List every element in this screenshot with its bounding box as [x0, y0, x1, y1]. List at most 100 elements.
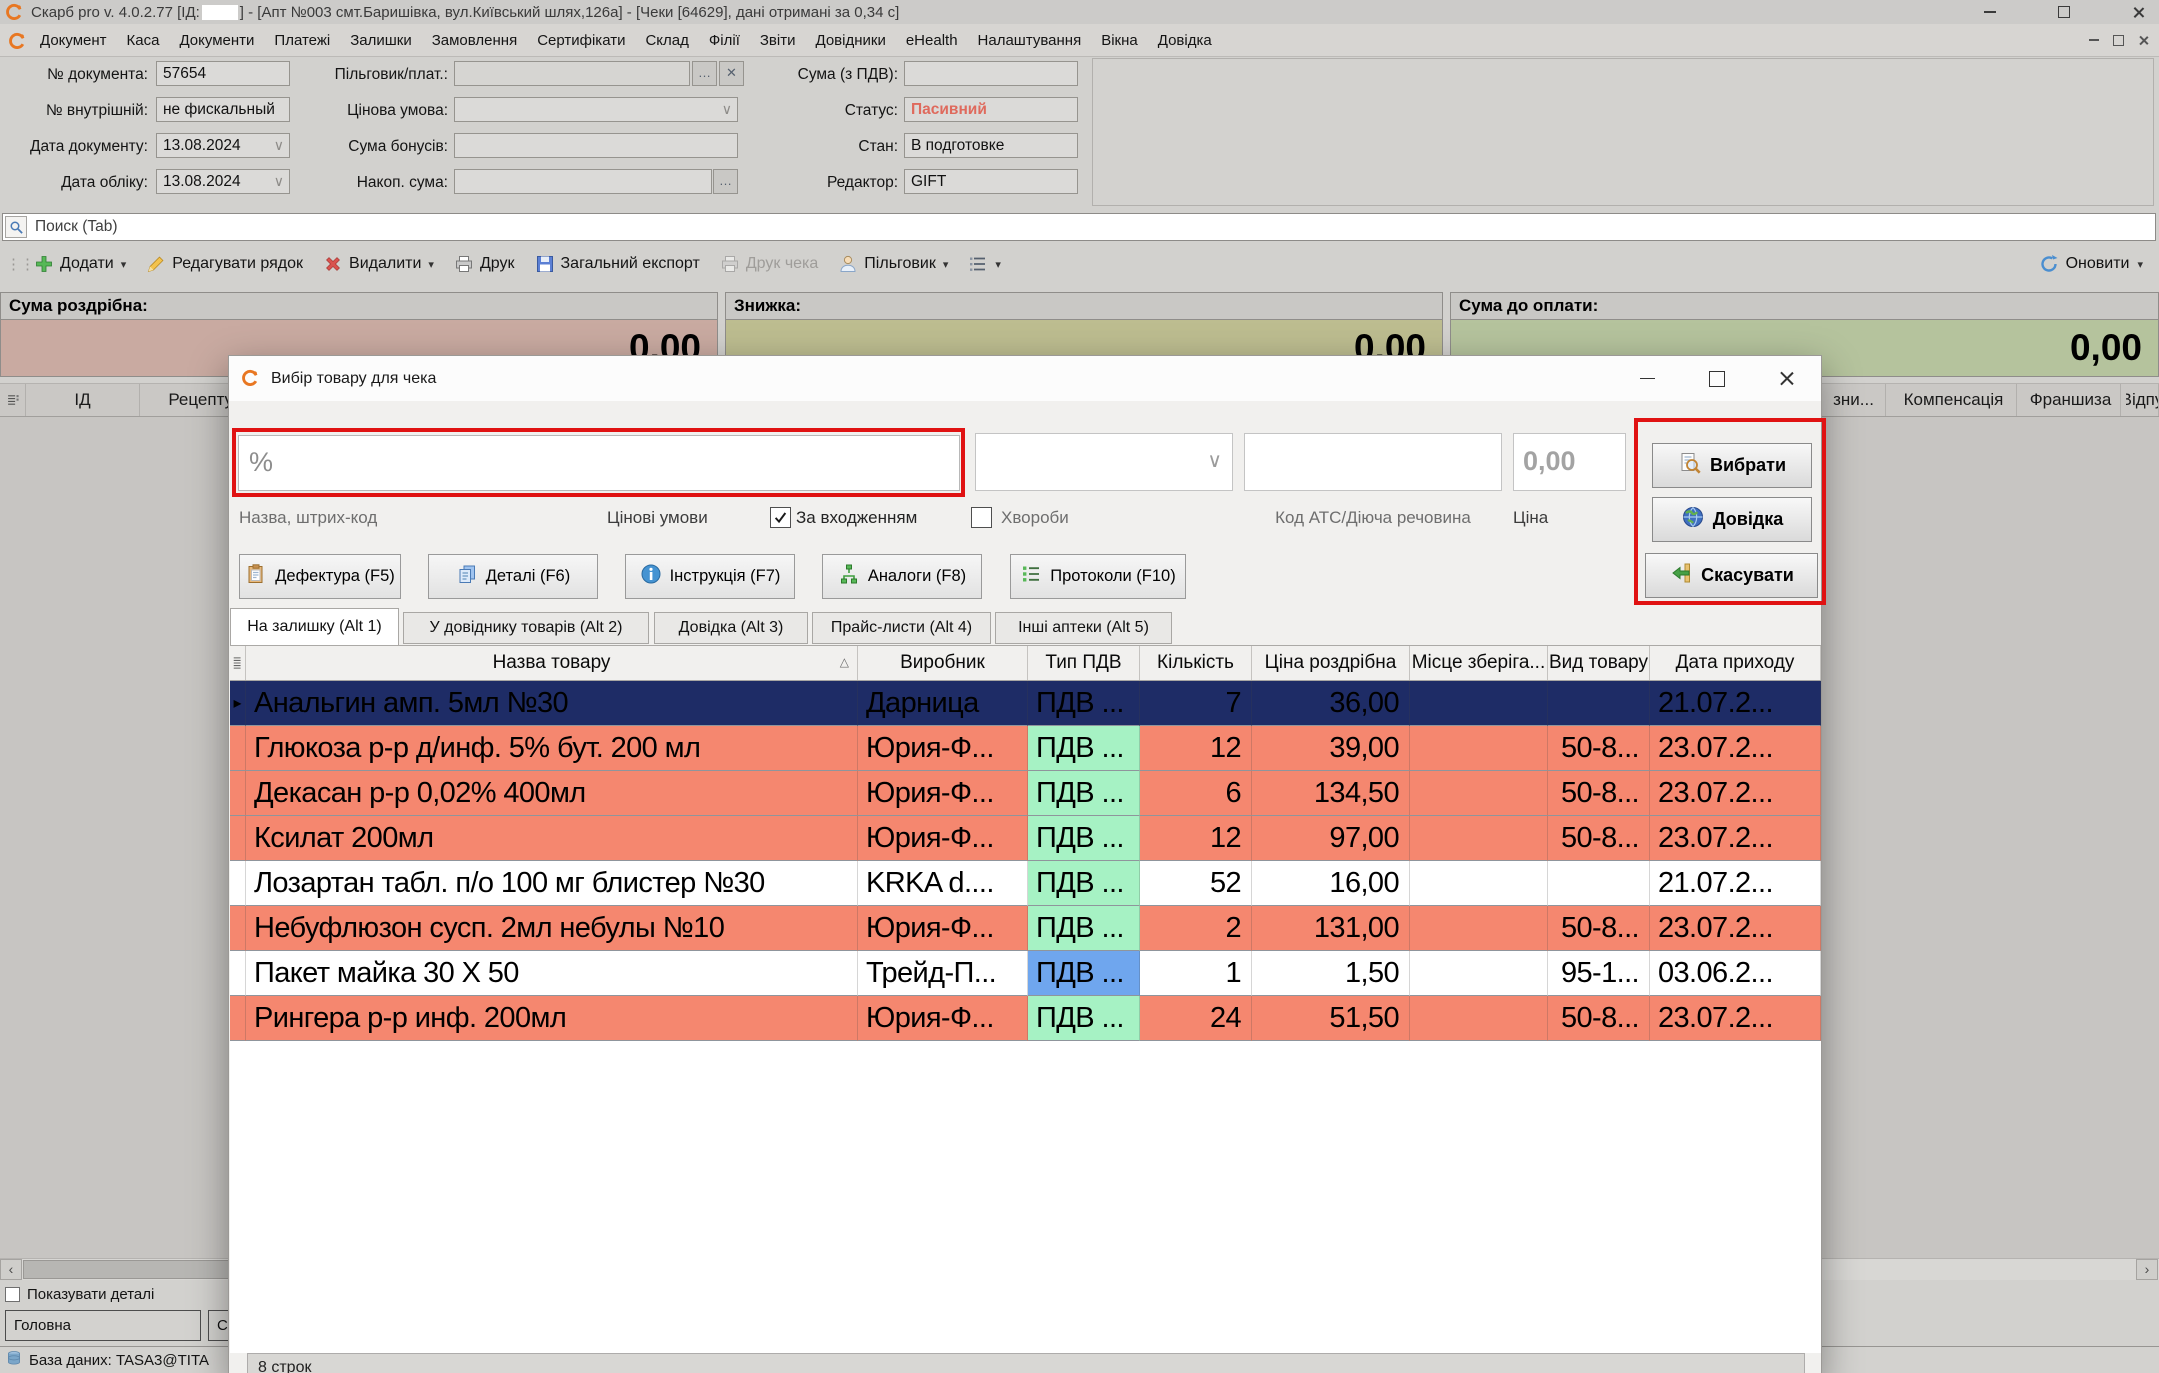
cell-price[interactable]: 39,00	[1252, 726, 1410, 771]
atc-code-input[interactable]	[1244, 433, 1502, 491]
window-close-button[interactable]	[2116, 0, 2159, 24]
dialog-tab-1[interactable]: На залишку (Alt 1)	[230, 608, 399, 645]
cell-qty[interactable]: 1	[1140, 951, 1252, 996]
row-selector-cell[interactable]	[230, 996, 246, 1041]
cell-name[interactable]: Лозартан табл. п/о 100 мг блистер №30	[246, 861, 858, 906]
cell-date[interactable]: 23.07.2...	[1650, 771, 1821, 816]
cell-name[interactable]: Рингера р-р инф. 200мл	[246, 996, 858, 1041]
toolbar-edit-button[interactable]: Редагувати рядок	[146, 254, 303, 274]
document-number-field[interactable]: 57654	[156, 61, 290, 86]
cell-date[interactable]: 23.07.2...	[1650, 996, 1821, 1041]
cell-name[interactable]: Глюкоза р-р д/инф. 5% бут. 200 мл	[246, 726, 858, 771]
mdi-close-button[interactable]	[2138, 35, 2149, 46]
column-header-8[interactable]: Дата приходу	[1650, 646, 1821, 680]
table-row[interactable]: Лозартан табл. п/о 100 мг блистер №30KRK…	[230, 861, 1821, 906]
menu-item-Філії[interactable]: Філії	[699, 32, 750, 49]
fbutton-analogs[interactable]: Аналоги (F8)	[822, 554, 982, 599]
table-row[interactable]: Ксилат 200млЮрия-Ф...ПДВ ...1297,0050-8.…	[230, 816, 1821, 861]
row-selector-cell[interactable]	[230, 951, 246, 996]
cell-date[interactable]: 21.07.2...	[1650, 861, 1821, 906]
cell-storage[interactable]	[1410, 906, 1548, 951]
cancel-button[interactable]: Скасувати	[1645, 553, 1818, 598]
column-header-6[interactable]: Місце зберіга...	[1410, 646, 1548, 680]
accumulated-amount-field[interactable]	[454, 169, 712, 194]
bg-column-зни...[interactable]: зни...	[1822, 384, 1886, 416]
mdi-restore-button[interactable]	[2113, 35, 2124, 46]
mdi-minimize-button[interactable]	[2089, 39, 2099, 41]
row-selector-cell[interactable]	[230, 726, 246, 771]
cell-qty[interactable]: 52	[1140, 861, 1252, 906]
table-row[interactable]: Небуфлюзон сусп. 2мл небулы №10Юрия-Ф...…	[230, 906, 1821, 951]
cell-kind[interactable]	[1548, 681, 1650, 726]
cell-price[interactable]: 36,00	[1252, 681, 1410, 726]
fbutton-details[interactable]: Деталі (F6)	[428, 554, 598, 599]
menu-item-Звіти[interactable]: Звіти	[750, 32, 806, 49]
menu-item-Залишки[interactable]: Залишки	[340, 32, 422, 49]
toolbar-print-button[interactable]: Друк	[454, 254, 515, 274]
cell-qty[interactable]: 12	[1140, 816, 1252, 861]
cell-storage[interactable]	[1410, 816, 1548, 861]
row-selector-cell[interactable]: ▸	[230, 681, 246, 726]
cell-kind[interactable]: 95-1...	[1548, 951, 1650, 996]
toolbar-add-button[interactable]: Додати▾	[34, 254, 126, 274]
diseases-checkbox[interactable]	[971, 507, 992, 528]
accounting-date-field[interactable]: 13.08.2024∨	[156, 169, 290, 194]
toolbar-export-button[interactable]: Загальний експорт	[535, 254, 700, 274]
beneficiary-clear-button[interactable]: ✕	[719, 61, 744, 86]
toolbar-list-button[interactable]: ▾	[968, 254, 1001, 274]
menu-item-Вікна[interactable]: Вікна	[1091, 32, 1148, 49]
chevron-down-icon[interactable]: ∨	[274, 134, 284, 157]
column-header-7[interactable]: Вид товару	[1548, 646, 1650, 680]
cell-price[interactable]: 51,50	[1252, 996, 1410, 1041]
cell-kind[interactable]	[1548, 861, 1650, 906]
cell-qty[interactable]: 7	[1140, 681, 1252, 726]
cell-vat[interactable]: ПДВ ...	[1028, 861, 1140, 906]
cell-date[interactable]: 21.07.2...	[1650, 681, 1821, 726]
cell-date[interactable]: 23.07.2...	[1650, 726, 1821, 771]
cell-qty[interactable]: 6	[1140, 771, 1252, 816]
cell-manufacturer[interactable]: Юрия-Ф...	[858, 726, 1028, 771]
cell-storage[interactable]	[1410, 951, 1548, 996]
dialog-tab-5[interactable]: Інші аптеки (Alt 5)	[995, 612, 1172, 644]
bg-column-ІД[interactable]: ІД	[26, 384, 140, 416]
cell-storage[interactable]	[1410, 681, 1548, 726]
bg-column-Франшиза[interactable]: Франшиза	[2021, 384, 2121, 416]
menu-item-Документ[interactable]: Документ	[30, 32, 117, 49]
row-selector-cell[interactable]	[230, 906, 246, 951]
dialog-tab-3[interactable]: Довідка (Alt 3)	[654, 612, 808, 644]
column-header-4[interactable]: Кількість	[1140, 646, 1252, 680]
dialog-maximize-button[interactable]	[1691, 356, 1743, 401]
table-row[interactable]: Декасан р-р 0,02% 400млЮрия-Ф...ПДВ ...6…	[230, 771, 1821, 816]
scroll-right-button[interactable]: ›	[2136, 1259, 2158, 1280]
cell-manufacturer[interactable]: Юрия-Ф...	[858, 906, 1028, 951]
column-header-3[interactable]: Тип ПДВ	[1028, 646, 1140, 680]
cell-date[interactable]: 03.06.2...	[1650, 951, 1821, 996]
cell-qty[interactable]: 2	[1140, 906, 1252, 951]
cell-qty[interactable]: 12	[1140, 726, 1252, 771]
chevron-down-icon[interactable]: ∨	[722, 98, 732, 121]
chevron-down-icon[interactable]: ∨	[274, 170, 284, 193]
menu-item-Платежі[interactable]: Платежі	[264, 32, 340, 49]
scroll-left-button[interactable]: ‹	[0, 1259, 22, 1280]
quick-search-bar[interactable]: Поиск (Tab)	[2, 213, 2156, 241]
dialog-minimize-button[interactable]	[1621, 356, 1673, 401]
cell-vat[interactable]: ПДВ ...	[1028, 726, 1140, 771]
cell-kind[interactable]: 50-8...	[1548, 906, 1650, 951]
cell-date[interactable]: 23.07.2...	[1650, 816, 1821, 861]
help-button[interactable]: Довідка	[1652, 497, 1812, 542]
accumulated-browse-button[interactable]: …	[713, 169, 738, 194]
cell-manufacturer[interactable]: Юрия-Ф...	[858, 816, 1028, 861]
cell-price[interactable]: 16,00	[1252, 861, 1410, 906]
table-row[interactable]: Рингера р-р инф. 200млЮрия-Ф...ПДВ ...24…	[230, 996, 1821, 1041]
dialog-close-button[interactable]	[1760, 356, 1812, 401]
cell-vat[interactable]: ПДВ ...	[1028, 906, 1140, 951]
cell-kind[interactable]: 50-8...	[1548, 816, 1650, 861]
cell-manufacturer[interactable]: Юрия-Ф...	[858, 996, 1028, 1041]
cell-vat[interactable]: ПДВ ...	[1028, 816, 1140, 861]
bg-column-Відпу[interactable]: Відпу	[2126, 384, 2159, 416]
menu-item-Склад[interactable]: Склад	[635, 32, 698, 49]
row-selector-cell[interactable]	[230, 816, 246, 861]
column-header-2[interactable]: Виробник	[858, 646, 1028, 680]
by-entry-checkbox[interactable]	[770, 507, 791, 528]
cell-vat[interactable]: ПДВ ...	[1028, 681, 1140, 726]
